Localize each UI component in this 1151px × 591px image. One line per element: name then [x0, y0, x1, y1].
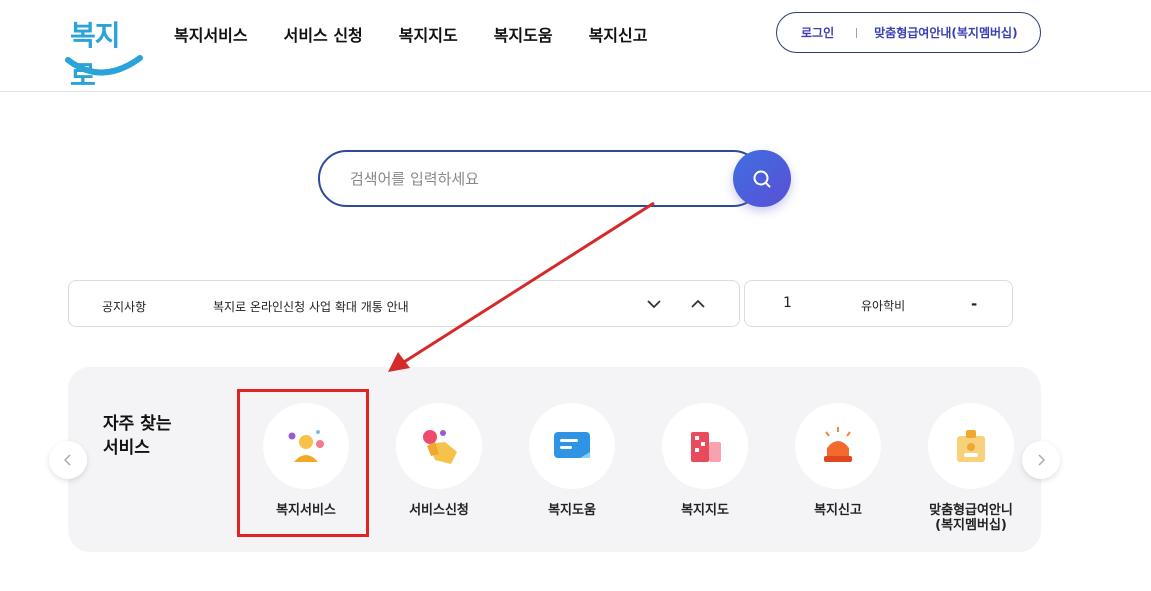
next-button[interactable] — [1022, 441, 1060, 479]
siren-icon — [824, 427, 852, 462]
service-icon-circle — [529, 403, 615, 489]
service-apply[interactable]: 서비스신청 — [384, 403, 494, 533]
chevron-right-icon — [1038, 454, 1046, 466]
logo-smile-icon — [65, 55, 143, 76]
service-label: 복지신고 — [814, 503, 862, 518]
service-label-line1: 맞춤형급여안니 — [929, 503, 1013, 518]
popular-search-box[interactable]: 1 유아학비 - — [744, 280, 1013, 327]
chevron-left-icon — [63, 454, 71, 466]
main-nav: 복지서비스 서비스 신청 복지지도 복지도움 복지신고 — [174, 22, 683, 46]
auth-box: 로그인 맞춤형급여안내(복지멤버십) — [776, 12, 1041, 53]
panel-title-line2: 서비스 — [103, 438, 150, 458]
nav-welfare-report[interactable]: 복지신고 — [589, 22, 648, 46]
logo[interactable]: 복지로 — [64, 10, 144, 92]
service-map[interactable]: 복지지도 — [650, 403, 760, 533]
highlight-box — [237, 389, 369, 537]
nav-welfare-service[interactable]: 복지서비스 — [174, 22, 248, 46]
service-label: 복지지도 — [681, 503, 729, 518]
service-help[interactable]: 복지도움 — [517, 403, 627, 533]
service-label: 복지도움 — [548, 503, 596, 518]
service-icon-circle — [396, 403, 482, 489]
chevron-up-icon[interactable] — [688, 294, 708, 314]
chevron-down-icon[interactable] — [644, 294, 664, 314]
service-report[interactable]: 복지신고 — [783, 403, 893, 533]
service-icon-circle — [662, 403, 748, 489]
rank-change: - — [971, 295, 978, 313]
prev-button[interactable] — [49, 441, 87, 479]
rank-term[interactable]: 유아학비 — [861, 297, 905, 314]
membership-link[interactable]: 맞춤형급여안내(복지멤버십) — [874, 24, 1017, 41]
nav-service-apply[interactable]: 서비스 신청 — [284, 22, 363, 46]
id-badge-icon — [957, 430, 985, 462]
service-label: 맞춤형급여안니 (복지멤버십) — [916, 503, 1026, 533]
service-label: 서비스신청 — [409, 503, 469, 518]
map-blocks-icon — [691, 432, 721, 462]
hand-touch-icon — [423, 430, 457, 464]
header: 복지로 복지서비스 서비스 신청 복지지도 복지도움 복지신고 로그인 맞춤형급… — [0, 0, 1151, 92]
search-button[interactable] — [733, 150, 791, 207]
notice-text[interactable]: 복지로 온라인신청 사업 확대 개통 안내 — [213, 298, 409, 315]
divider — [856, 27, 858, 38]
notice-bar: 공지사항 복지로 온라인신청 사업 확대 개통 안내 — [68, 280, 740, 327]
search-input[interactable] — [318, 150, 762, 207]
service-label-line2: (복지멤버십) — [935, 518, 1007, 533]
panel-title-line1: 자주 찾는 — [103, 414, 172, 434]
service-icon-circle — [795, 403, 881, 489]
notice-label: 공지사항 — [102, 300, 147, 314]
service-membership[interactable]: 맞춤형급여안니 (복지멤버십) — [916, 403, 1026, 533]
chat-bubble-icon — [554, 432, 590, 458]
login-link[interactable]: 로그인 — [801, 24, 834, 41]
panel-title: 자주 찾는 서비스 — [103, 412, 171, 460]
nav-welfare-help[interactable]: 복지도움 — [494, 22, 553, 46]
service-icon-circle — [928, 403, 1014, 489]
rank-number: 1 — [783, 295, 792, 311]
search-bar — [318, 150, 792, 208]
search-icon — [753, 170, 771, 187]
nav-welfare-map[interactable]: 복지지도 — [399, 22, 458, 46]
